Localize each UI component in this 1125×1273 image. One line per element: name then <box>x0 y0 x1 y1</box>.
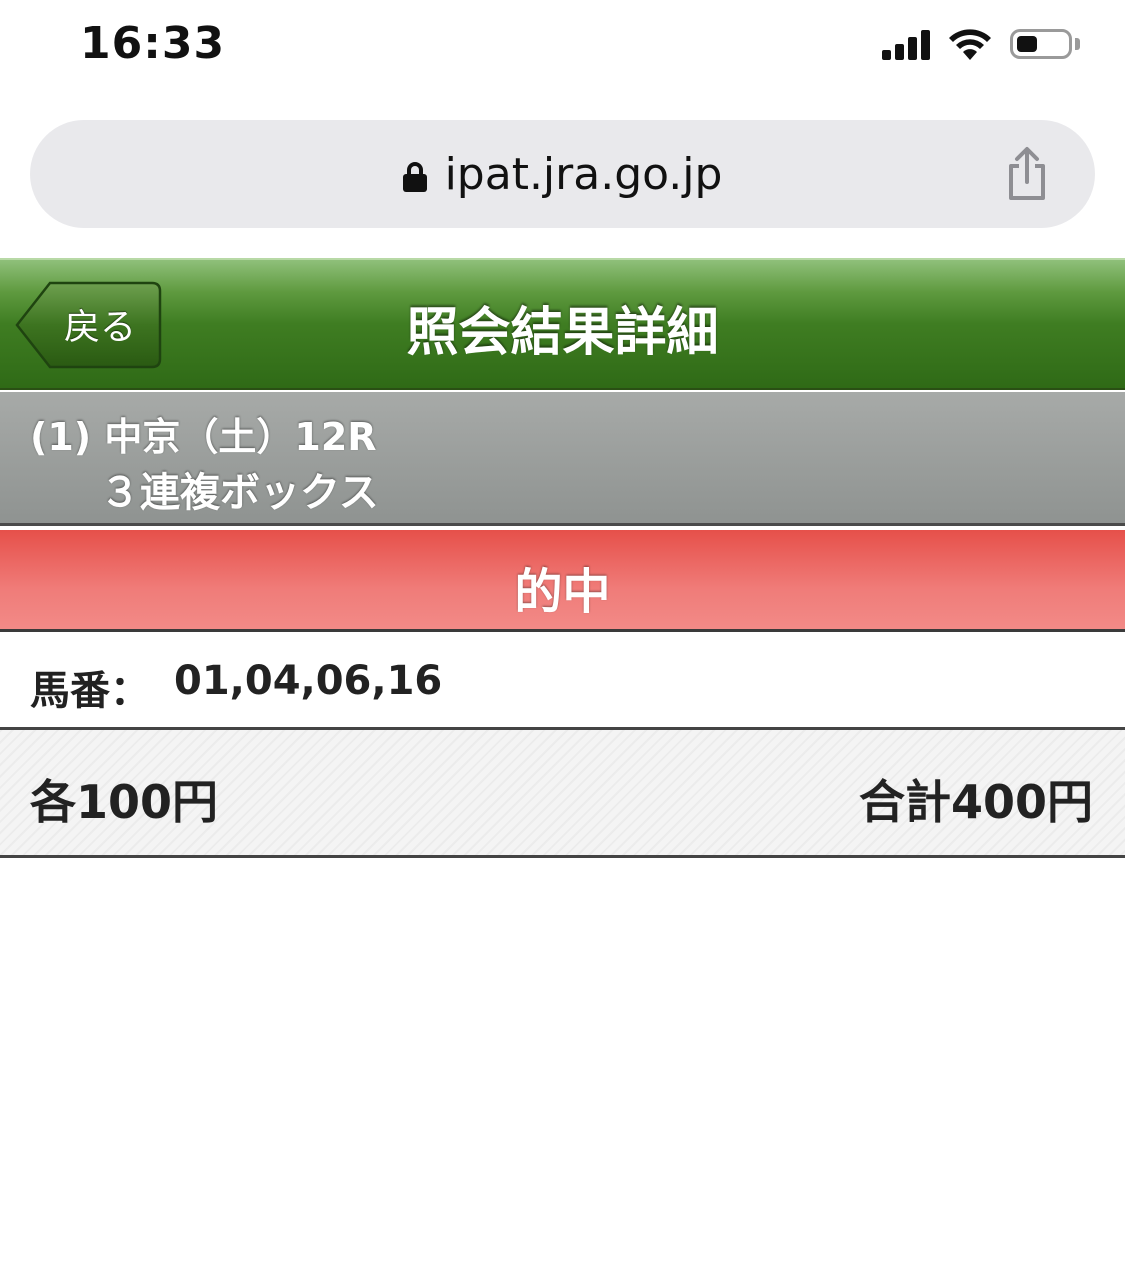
battery-level <box>1017 36 1037 52</box>
battery-tip <box>1075 38 1080 50</box>
bet-type: ３連複ボックス <box>100 470 379 516</box>
battery-icon <box>1010 29 1072 59</box>
signal-icon <box>882 30 934 60</box>
result-banner: 的中 <box>0 530 1125 632</box>
share-icon[interactable] <box>1005 146 1049 202</box>
address-content: ipat.jra.go.jp <box>30 120 1095 228</box>
nav-header: 戻る 照会結果詳細 <box>0 258 1125 390</box>
result-status: 的中 <box>514 564 611 620</box>
horse-numbers-label: 馬番： <box>30 668 150 714</box>
amount-row: 各100円 合計400円 <box>0 730 1125 858</box>
status-bar: 16:33 <box>0 0 1125 95</box>
race-info: (1) 中京（土）12R ３連複ボックス <box>0 392 1125 526</box>
wifi-icon <box>949 29 991 60</box>
status-time: 16:33 <box>80 18 226 69</box>
page-title: 照会結果詳細 <box>406 303 719 363</box>
amount-total: 合計400円 <box>858 775 1093 829</box>
amount-each: 各100円 <box>30 775 219 829</box>
url-text: ipat.jra.go.jp <box>444 148 723 200</box>
race-name: (1) 中京（土）12R <box>30 415 377 459</box>
address-bar[interactable]: ipat.jra.go.jp <box>30 120 1095 228</box>
lock-icon <box>402 162 427 192</box>
horse-numbers-row: 馬番： 01,04,06,16 <box>0 632 1125 730</box>
horse-numbers-value: 01,04,06,16 <box>174 658 443 704</box>
page: 16:33 ipat.jra.go.jp 戻る 照会結果詳細 (1) 中京（土）… <box>0 0 1125 1273</box>
